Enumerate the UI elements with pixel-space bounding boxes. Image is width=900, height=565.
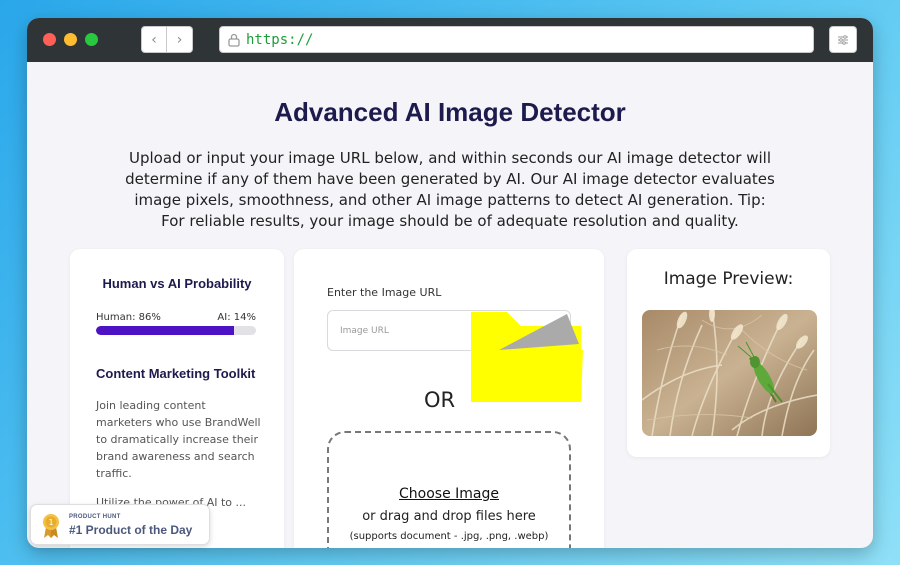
medal-icon: 1	[43, 514, 59, 538]
forward-button[interactable]: ›	[167, 26, 193, 53]
browser-menu-button[interactable]	[829, 26, 857, 53]
chevron-right-icon: ›	[176, 31, 183, 48]
supported-formats-text: (supports document - .jpg, .png, .webp)	[349, 531, 549, 542]
product-hunt-badge[interactable]: 1 PRODUCT HUNT #1 Product of the Day	[30, 504, 210, 545]
or-divider: OR	[424, 388, 456, 412]
close-window-button[interactable]	[43, 33, 56, 46]
human-probability-label: Human: 86%	[96, 312, 161, 323]
drag-drop-text: or drag and drop files here	[362, 509, 536, 524]
grasshopper-photo	[642, 310, 817, 436]
browser-window: ‹ › https:// Advanced AI Image Detector	[27, 18, 873, 548]
maximize-window-button[interactable]	[85, 33, 98, 46]
image-url-label: Enter the Image URL	[327, 286, 442, 299]
page-content: Advanced AI Image Detector Upload or inp…	[27, 62, 873, 548]
probability-bar-fill	[96, 326, 234, 335]
ai-probability-label: AI: 14%	[217, 312, 256, 323]
folder-icon[interactable]	[469, 306, 585, 406]
browser-titlebar: ‹ › https://	[27, 18, 873, 62]
toolkit-paragraph: Join leading content marketers who use B…	[96, 399, 261, 480]
preview-image	[642, 310, 817, 436]
svg-text:1: 1	[48, 518, 53, 527]
address-text: https://	[246, 31, 314, 48]
page-description: Upload or input your image URL below, an…	[125, 149, 775, 230]
page-title: Advanced AI Image Detector	[274, 97, 626, 127]
product-of-day-label: #1 Product of the Day	[69, 523, 193, 537]
minimize-window-button[interactable]	[64, 33, 77, 46]
preview-title: Image Preview:	[663, 269, 794, 289]
toolkit-title: Content Marketing Toolkit	[96, 366, 256, 381]
chevron-left-icon: ‹	[151, 31, 157, 48]
probability-title: Human vs AI Probability	[102, 276, 252, 291]
sliders-icon	[838, 34, 848, 45]
choose-image-link[interactable]: Choose Image	[329, 486, 569, 502]
image-preview-card: Image Preview:	[627, 249, 830, 457]
product-hunt-label: PRODUCT HUNT	[69, 514, 121, 520]
probability-bar	[96, 326, 256, 335]
upload-card: Enter the Image URL OR Choose Image or d…	[294, 249, 604, 548]
file-dropzone[interactable]: Choose Image or drag and drop files here…	[327, 431, 571, 548]
lock-icon	[228, 33, 240, 47]
address-bar[interactable]: https://	[219, 26, 814, 53]
back-button[interactable]: ‹	[141, 26, 167, 53]
